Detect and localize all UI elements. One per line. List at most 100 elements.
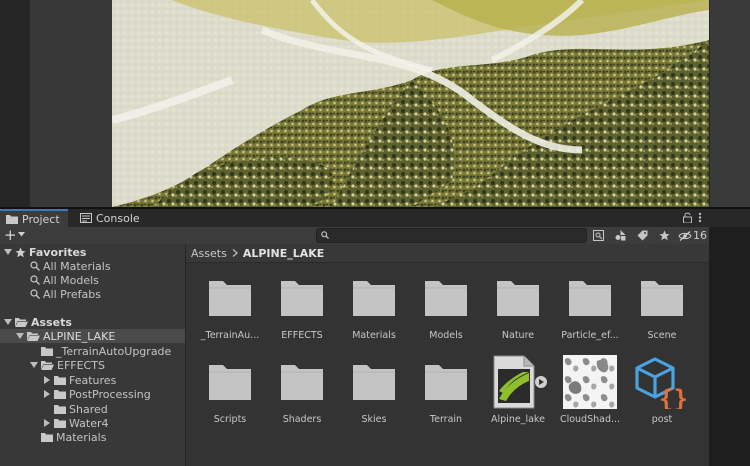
search-input[interactable] bbox=[316, 228, 587, 243]
tree-item-label: All Models bbox=[43, 273, 99, 287]
folder-tree: Favorites All Materials All Models All P… bbox=[0, 244, 185, 466]
expanded-arrow-icon[interactable] bbox=[16, 332, 24, 340]
asset-folder[interactable]: Materials bbox=[338, 263, 410, 343]
asset-name: post bbox=[651, 414, 673, 425]
collapsed-arrow-icon[interactable] bbox=[43, 376, 51, 384]
chevron-right-icon bbox=[232, 249, 238, 257]
asset-folder[interactable]: Shaders bbox=[266, 347, 338, 427]
asset-name: Terrain bbox=[429, 414, 463, 425]
asset-folder[interactable]: Scripts bbox=[194, 347, 266, 427]
asset-name: Materials bbox=[352, 330, 396, 341]
folder-icon bbox=[352, 359, 396, 403]
tree-item-features[interactable]: Features bbox=[43, 373, 116, 387]
collapsed-arrow-icon[interactable] bbox=[43, 390, 51, 398]
eye-hidden-icon bbox=[678, 230, 692, 241]
panel-tab-bar: Project Console bbox=[0, 209, 750, 227]
tree-item-label: Features bbox=[69, 373, 117, 387]
folder-icon bbox=[6, 215, 18, 224]
tree-favorites[interactable]: Favorites bbox=[4, 245, 86, 259]
tree-item-label: ALPINE_LAKE bbox=[43, 329, 116, 343]
folder-icon bbox=[424, 359, 468, 403]
asset-folder[interactable]: Scene bbox=[626, 263, 698, 343]
tree-item-label: PostProcessing bbox=[69, 387, 151, 401]
scene-right-panel bbox=[709, 0, 750, 207]
texture-thumbnail-icon bbox=[563, 355, 619, 411]
collapsed-arrow-icon[interactable] bbox=[43, 419, 51, 427]
folder-icon bbox=[41, 347, 53, 356]
favorites-button[interactable] bbox=[654, 228, 674, 243]
tab-project[interactable]: Project bbox=[0, 209, 68, 227]
asset-name: Skies bbox=[361, 414, 387, 425]
asset-name: Alpine_lake bbox=[491, 414, 545, 425]
folder-icon bbox=[54, 419, 66, 428]
scene-viewport[interactable] bbox=[112, 0, 709, 207]
tree-assets[interactable]: Assets bbox=[4, 315, 72, 329]
asset-name: Scene bbox=[647, 330, 677, 341]
asset-folder[interactable]: EFFECTS bbox=[266, 263, 338, 343]
search-icon bbox=[321, 231, 329, 239]
tree-item-all-models[interactable]: All Models bbox=[30, 273, 99, 287]
filter-by-label-button[interactable] bbox=[632, 228, 652, 243]
lock-icon[interactable] bbox=[683, 212, 692, 223]
shapes-icon bbox=[615, 230, 625, 241]
kebab-menu-icon[interactable] bbox=[698, 212, 702, 223]
folder-icon bbox=[352, 275, 396, 319]
tree-assets-label: Assets bbox=[31, 315, 72, 329]
folder-icon bbox=[568, 275, 612, 319]
tree-item-label: Water4 bbox=[69, 416, 109, 430]
asset-name: Particle_ef... bbox=[561, 330, 619, 341]
asset-folder[interactable]: Models bbox=[410, 263, 482, 343]
folder-icon bbox=[496, 275, 540, 319]
asset-name: Nature bbox=[501, 330, 535, 341]
folder-icon bbox=[280, 359, 324, 403]
tree-item-effects[interactable]: EFFECTS bbox=[30, 358, 105, 372]
folder-icon bbox=[280, 275, 324, 319]
breadcrumb-root[interactable]: Assets bbox=[191, 247, 227, 260]
folder-icon bbox=[41, 433, 53, 442]
tab-console[interactable]: Console bbox=[74, 209, 148, 227]
folder-icon bbox=[424, 275, 468, 319]
folder-icon bbox=[54, 405, 66, 414]
tree-item-terrain-auto-upgrade[interactable]: _TerrainAutoUpgrade bbox=[41, 344, 171, 358]
scene-left-panel bbox=[0, 0, 112, 207]
filter-by-type-button[interactable] bbox=[610, 228, 630, 243]
tree-item-label: _TerrainAutoUpgrade bbox=[56, 344, 172, 358]
search-icon bbox=[30, 261, 40, 271]
chevron-down-icon[interactable] bbox=[18, 232, 25, 237]
tree-item-water4[interactable]: Water4 bbox=[43, 416, 109, 430]
hidden-packages-toggle[interactable]: 16 bbox=[678, 229, 707, 242]
asset-folder[interactable]: Particle_ef... bbox=[554, 263, 626, 343]
tree-item-materials[interactable]: Materials bbox=[41, 430, 106, 444]
tree-item-postprocessing[interactable]: PostProcessing bbox=[43, 387, 151, 401]
search-icon bbox=[30, 289, 40, 299]
expanded-arrow-icon[interactable] bbox=[4, 248, 12, 256]
tab-project-label: Project bbox=[22, 212, 60, 226]
asset-json[interactable]: {} post bbox=[626, 347, 698, 427]
tree-item-all-prefabs[interactable]: All Prefabs bbox=[30, 287, 101, 301]
tree-item-alpine-lake[interactable]: ALPINE_LAKE bbox=[0, 329, 185, 343]
asset-folder[interactable]: Skies bbox=[338, 347, 410, 427]
folder-icon bbox=[640, 275, 684, 319]
search-icon bbox=[30, 275, 40, 285]
asset-terrain[interactable]: Alpine_lake bbox=[482, 347, 554, 427]
svg-text:{}: {} bbox=[659, 385, 688, 409]
folder-icon bbox=[54, 376, 66, 385]
tree-item-all-materials[interactable]: All Materials bbox=[30, 259, 111, 273]
tree-item-shared[interactable]: Shared bbox=[54, 402, 108, 416]
console-icon bbox=[80, 213, 92, 223]
tree-item-label: All Prefabs bbox=[43, 287, 101, 301]
expanded-arrow-icon[interactable] bbox=[30, 361, 38, 369]
asset-folder[interactable]: _TerrainAu... bbox=[194, 263, 266, 343]
tab-console-label: Console bbox=[96, 211, 140, 225]
asset-name: _TerrainAu... bbox=[200, 330, 260, 341]
asset-folder[interactable]: Nature bbox=[482, 263, 554, 343]
hidden-count: 16 bbox=[693, 229, 707, 242]
folder-icon bbox=[208, 359, 252, 403]
asset-folder[interactable]: Terrain bbox=[410, 347, 482, 427]
expanded-arrow-icon[interactable] bbox=[4, 318, 12, 326]
add-button[interactable]: + bbox=[4, 227, 17, 243]
asset-name: CloudShad... bbox=[559, 414, 621, 425]
breadcrumb-current[interactable]: ALPINE_LAKE bbox=[243, 247, 324, 260]
search-by-type-button[interactable] bbox=[588, 228, 608, 243]
asset-texture[interactable]: CloudShad... bbox=[554, 347, 626, 427]
